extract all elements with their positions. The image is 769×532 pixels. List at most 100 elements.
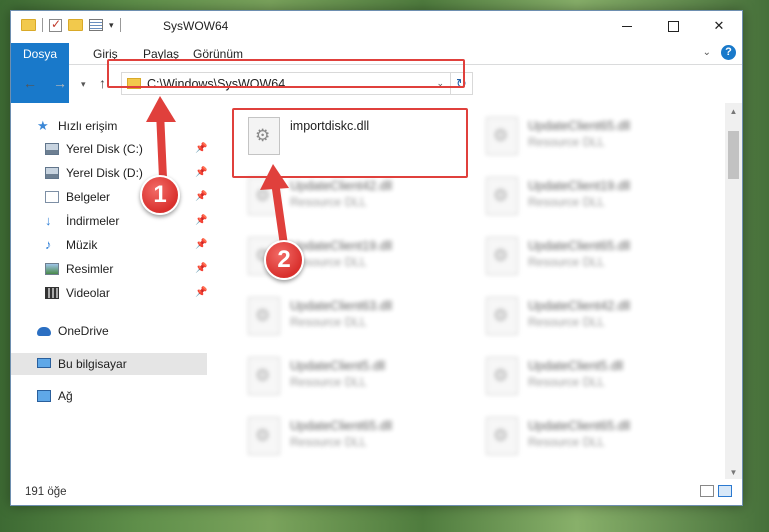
dll-file-icon: [486, 177, 518, 215]
file-item[interactable]: UpdateClient42.dll Resource DLL: [238, 171, 468, 231]
details-view-icon[interactable]: [700, 485, 714, 497]
sidebar-item-label: Ağ: [58, 389, 73, 403]
star-icon: ★: [37, 118, 49, 133]
sidebar-item-label: Bu bilgisayar: [58, 357, 127, 371]
quick-access-toolbar: ▾: [21, 17, 121, 32]
network-icon: [37, 390, 51, 402]
pin-icon[interactable]: 📌: [195, 234, 207, 256]
pictures-icon: [45, 263, 59, 275]
scroll-up-icon[interactable]: ▲: [725, 103, 742, 120]
recent-locations-icon[interactable]: ▾: [81, 79, 86, 90]
file-type: Resource DLL: [290, 435, 367, 449]
file-item[interactable]: UpdateClient19.dll Resource DLL: [476, 171, 706, 231]
file-item[interactable]: UpdateClient63.dll Resource DLL: [238, 291, 468, 351]
file-item[interactable]: UpdateClient65.dll Resource DLL: [238, 411, 468, 471]
sidebar-item-label: OneDrive: [58, 324, 109, 338]
customize-toolbar-dropdown-icon[interactable]: ▾: [109, 20, 114, 31]
item-count: 191 öğe: [25, 486, 67, 498]
scroll-thumb[interactable]: [728, 131, 739, 179]
file-highlight: [232, 108, 468, 178]
file-item[interactable]: UpdateClient42.dll Resource DLL: [476, 291, 706, 351]
sidebar-item-network[interactable]: Ağ: [11, 385, 207, 407]
sidebar-item-local-disk-c[interactable]: Yerel Disk (C:) 📌: [11, 138, 207, 160]
sidebar-item-pictures[interactable]: Resimler 📌: [11, 258, 207, 280]
dll-file-icon: [486, 417, 518, 455]
file-type: Resource DLL: [290, 315, 367, 329]
dll-file-icon: [248, 357, 280, 395]
pin-icon[interactable]: 📌: [195, 138, 207, 160]
close-button[interactable]: ✕: [696, 11, 742, 41]
music-icon: ♪: [45, 237, 52, 252]
downloads-icon: ↓: [45, 213, 52, 228]
minimize-button[interactable]: [604, 11, 650, 41]
sidebar-item-downloads[interactable]: ↓ İndirmeler 📌: [11, 210, 207, 232]
file-item[interactable]: UpdateClient5.dll Resource DLL: [476, 351, 706, 411]
status-bar: 191 öğe: [11, 479, 742, 505]
dll-file-icon: [486, 357, 518, 395]
pin-icon[interactable]: 📌: [195, 162, 207, 184]
new-folder-icon[interactable]: [68, 19, 83, 31]
sidebar-item-label: Müzik: [66, 238, 98, 252]
toolbar-separator: [119, 18, 121, 32]
help-icon[interactable]: ?: [721, 45, 736, 60]
pin-icon[interactable]: 📌: [195, 210, 207, 232]
sidebar-item-label: İndirmeler: [66, 214, 120, 228]
title-bar: ▾ SysWOW64 ✕: [11, 11, 742, 41]
file-name: UpdateClient42.dll: [528, 299, 631, 313]
file-type: Resource DLL: [528, 195, 605, 209]
forward-arrow-icon[interactable]: →: [53, 75, 67, 91]
dll-file-icon: [486, 117, 518, 155]
file-type: Resource DLL: [528, 375, 605, 389]
ribbon-right-controls: ⌄ ?: [703, 45, 736, 60]
drive-icon: [45, 143, 59, 155]
up-arrow-icon[interactable]: ↑: [99, 75, 106, 91]
file-name: UpdateClient65.dll: [528, 119, 631, 133]
file-type: Resource DLL: [528, 315, 605, 329]
file-item[interactable]: UpdateClient65.dll Resource DLL: [476, 231, 706, 291]
vertical-scrollbar[interactable]: ▲ ▼: [725, 103, 742, 481]
sidebar-item-music[interactable]: ♪ Müzik 📌: [11, 234, 207, 256]
pin-icon[interactable]: 📌: [195, 282, 207, 304]
dll-file-icon: [248, 417, 280, 455]
sidebar-item-videos[interactable]: Videolar 📌: [11, 282, 207, 304]
file-name: UpdateClient19.dll: [528, 179, 631, 193]
view-switcher: [700, 485, 732, 497]
pin-icon[interactable]: 📌: [195, 186, 207, 208]
file-name: UpdateClient65.dll: [528, 419, 631, 433]
documents-icon: [45, 191, 59, 203]
sidebar-item-this-pc[interactable]: Bu bilgisayar: [11, 353, 207, 375]
sidebar-item-onedrive[interactable]: OneDrive: [11, 320, 207, 342]
file-type: Resource DLL: [290, 375, 367, 389]
file-name: UpdateClient19.dll: [290, 239, 393, 253]
toolbar-separator: [42, 18, 43, 32]
navigation-pane: ★ Hızlı erişim Yerel Disk (C:) 📌 Yerel D…: [11, 103, 207, 481]
computer-icon: [37, 358, 51, 368]
sidebar-item-local-disk-d[interactable]: Yerel Disk (D:) 📌: [11, 162, 207, 184]
properties-icon[interactable]: [89, 19, 103, 31]
file-item[interactable]: UpdateClient5.dll Resource DLL: [238, 351, 468, 411]
sidebar-item-label: Resimler: [66, 262, 114, 276]
cloud-icon: [37, 327, 51, 336]
sidebar-item-quick-access[interactable]: ★ Hızlı erişim: [11, 115, 207, 137]
file-type: Resource DLL: [528, 255, 605, 269]
file-name: UpdateClient65.dll: [528, 239, 631, 253]
dll-file-icon: [248, 297, 280, 335]
back-arrow-icon[interactable]: ←: [23, 75, 37, 91]
pin-icon[interactable]: 📌: [195, 258, 207, 280]
expand-ribbon-icon[interactable]: ⌄: [703, 47, 711, 58]
file-item[interactable]: UpdateClient65.dll Resource DLL: [476, 411, 706, 471]
file-name: UpdateClient65.dll: [290, 419, 393, 433]
sidebar-item-label: Yerel Disk (C:): [66, 142, 143, 156]
sidebar-item-label: Belgeler: [66, 190, 111, 204]
sidebar-item-label: Hızlı erişim: [58, 119, 118, 133]
maximize-button[interactable]: [650, 11, 696, 41]
file-type: Resource DLL: [290, 195, 367, 209]
large-icons-view-icon[interactable]: [718, 485, 732, 497]
file-type: Resource DLL: [528, 135, 605, 149]
file-item[interactable]: UpdateClient65.dll Resource DLL: [476, 111, 706, 171]
file-name: UpdateClient5.dll: [290, 359, 386, 373]
step-1-badge: 1: [140, 175, 180, 215]
properties-check-icon[interactable]: [49, 17, 62, 32]
folder-icon: [21, 19, 36, 31]
step-2-badge: 2: [264, 240, 304, 280]
